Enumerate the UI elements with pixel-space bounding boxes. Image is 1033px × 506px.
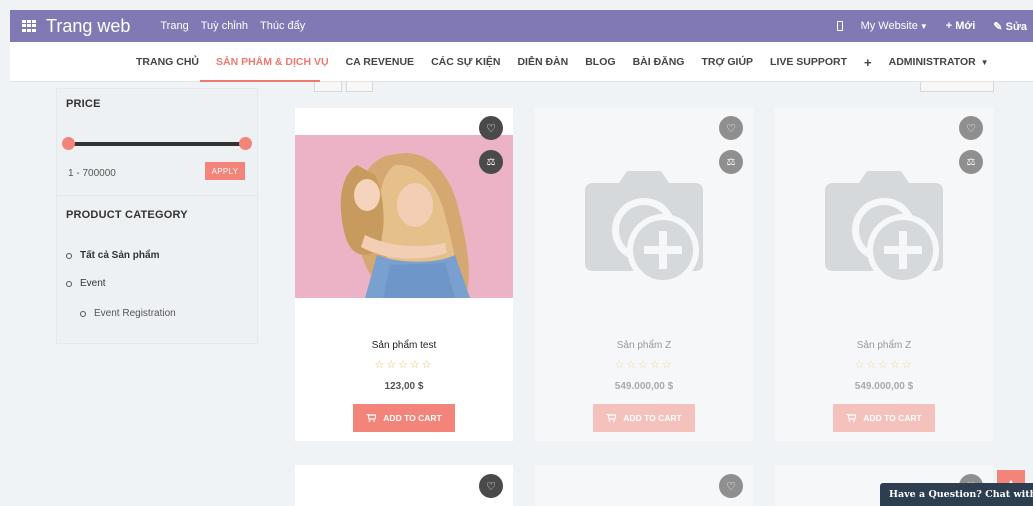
app-brand[interactable]: Trang web (46, 16, 130, 37)
top-menu: Trang Tuỳ chỉnh Thúc đẩy (160, 20, 305, 32)
radio-circle-icon (66, 280, 72, 287)
add-to-wishlist-button[interactable]: ♡ (719, 116, 743, 140)
pencil-icon: ✎ (993, 20, 1003, 33)
mobile-preview-icon[interactable] (836, 21, 843, 31)
shopping-cart-icon (606, 414, 617, 422)
nav-item-forum[interactable]: DIỄN ĐÀN (517, 56, 568, 68)
compare-button[interactable]: ⚖ (479, 150, 503, 174)
product-card[interactable]: ♡ ⚖ Sản phẩm Z ☆☆☆☆☆ 549.000,00 $ ADD TO… (775, 108, 993, 441)
product-card[interactable]: ♡ ⚖ Sản phẩm test ☆☆☆☆☆ 123,00 $ ADD TO … (295, 108, 513, 441)
rating-stars: ☆☆☆☆☆ (854, 359, 914, 371)
nav-item-products-services[interactable]: SẢN PHẨM & DỊCH VỤ (216, 56, 329, 68)
product-price: 123,00 $ (384, 381, 424, 392)
product-card[interactable]: ♡ ⚖ Sản phẩm Z ☆☆☆☆☆ 549.000,00 $ ADD TO… (535, 108, 753, 441)
add-to-cart-button[interactable]: ADD TO CART (833, 404, 935, 432)
nav-item-events[interactable]: CÁC SỰ KIỆN (431, 56, 500, 68)
active-nav-underline (200, 80, 320, 82)
category-filter-title: PRODUCT CATEGORY (66, 209, 188, 221)
nav-item-ca-revenue[interactable]: CA REVENUE (346, 56, 414, 68)
add-to-cart-button[interactable]: ADD TO CART (593, 404, 695, 432)
price-slider-max-handle[interactable] (239, 137, 252, 150)
add-to-cart-label: ADD TO CART (383, 413, 442, 423)
category-item-event-registration[interactable]: Event Registration (80, 308, 176, 319)
heart-icon: ♡ (486, 480, 496, 493)
add-to-cart-label: ADD TO CART (623, 413, 682, 423)
nav-item-blog[interactable]: BLOG (585, 56, 615, 68)
new-button[interactable]: + Mới (946, 20, 976, 32)
heart-icon: ♡ (726, 480, 736, 493)
add-to-wishlist-button[interactable]: ♡ (479, 474, 503, 498)
balance-scale-icon: ⚖ (966, 156, 976, 168)
edit-button-label: Sửa (1005, 20, 1027, 33)
product-card[interactable]: ♡ (535, 465, 753, 506)
nav-add-item-icon[interactable]: + (864, 55, 872, 70)
live-chat-button[interactable]: Have a Question? Chat with us (880, 483, 1033, 506)
edit-button[interactable]: ✎ Sửa (993, 20, 1027, 33)
category-label: Event (80, 278, 106, 289)
nav-item-posts[interactable]: BÀI ĐĂNG (633, 56, 685, 68)
add-to-wishlist-button[interactable]: ♡ (719, 474, 743, 498)
price-filter-title: PRICE (66, 98, 101, 110)
product-price: 549.000,00 $ (614, 381, 674, 392)
nav-menu: TRANG CHỦ SẢN PHẨM & DỊCH VỤ CA REVENUE … (136, 42, 989, 82)
heart-icon: ♡ (966, 122, 976, 135)
nav-item-live-support[interactable]: LIVE SUPPORT (770, 56, 847, 68)
rating-stars: ☆☆☆☆☆ (614, 359, 674, 371)
nav-item-home[interactable]: TRANG CHỦ (136, 56, 199, 68)
top-right-actions: My Website ▼ + Mới ✎ Sửa (836, 20, 1033, 33)
add-to-cart-button[interactable]: ADD TO CART (353, 404, 455, 432)
nav-item-administrator[interactable]: ADMINISTRATOR ▼ (889, 56, 989, 68)
chevron-down-icon: ▼ (980, 58, 989, 67)
add-to-cart-label: ADD TO CART (863, 413, 922, 423)
website-switcher-label: My Website (860, 20, 918, 32)
shopping-cart-icon (366, 414, 377, 422)
add-to-wishlist-button[interactable]: ♡ (479, 116, 503, 140)
grid-view-toggle[interactable] (314, 82, 342, 92)
add-to-wishlist-button[interactable]: ♡ (959, 116, 983, 140)
product-name[interactable]: Sản phẩm Z (775, 340, 993, 351)
price-slider-min-handle[interactable] (62, 137, 75, 150)
top-menu-item-customize[interactable]: Tuỳ chỉnh (201, 20, 248, 32)
nav-item-help[interactable]: TRỢ GIÚP (701, 56, 753, 68)
balance-scale-icon: ⚖ (486, 156, 496, 168)
sort-dropdown[interactable] (920, 82, 994, 92)
radio-circle-icon (66, 252, 72, 259)
website-switcher[interactable]: My Website ▼ (861, 20, 928, 32)
list-view-toggle[interactable] (346, 82, 373, 92)
category-item-all-products[interactable]: Tất cả Sản phẩm (66, 250, 159, 261)
category-label: Tất cả Sản phẩm (80, 250, 160, 261)
apps-grid-icon[interactable] (22, 20, 36, 32)
rating-stars: ☆☆☆☆☆ (374, 359, 434, 371)
radio-circle-icon (80, 310, 86, 317)
product-name[interactable]: Sản phẩm test (295, 340, 513, 351)
product-card[interactable]: ♡ (295, 465, 513, 506)
price-range-value: 1 - 700000 (68, 168, 116, 179)
category-item-event[interactable]: Event (66, 278, 106, 289)
chevron-down-icon: ▼ (919, 22, 928, 31)
heart-icon: ♡ (486, 122, 496, 135)
top-menu-item-promote[interactable]: Thúc đẩy (260, 20, 305, 32)
apply-price-button[interactable]: APPLY (205, 162, 245, 180)
price-slider-track[interactable] (68, 142, 246, 146)
product-name[interactable]: Sản phẩm Z (535, 340, 753, 351)
compare-button[interactable]: ⚖ (959, 150, 983, 174)
product-price: 549.000,00 $ (854, 381, 914, 392)
compare-button[interactable]: ⚖ (719, 150, 743, 174)
heart-icon: ♡ (726, 122, 736, 135)
top-admin-bar: Trang web Trang Tuỳ chỉnh Thúc đẩy My We… (10, 10, 1033, 42)
top-menu-item-pages[interactable]: Trang (160, 20, 188, 32)
balance-scale-icon: ⚖ (726, 156, 736, 168)
nav-item-administrator-label: ADMINISTRATOR (888, 56, 976, 68)
sidebar-divider (56, 195, 258, 196)
website-navbar: TRANG CHỦ SẢN PHẨM & DỊCH VỤ CA REVENUE … (10, 42, 1033, 82)
shopping-cart-icon (846, 414, 857, 422)
category-label: Event Registration (94, 308, 176, 319)
